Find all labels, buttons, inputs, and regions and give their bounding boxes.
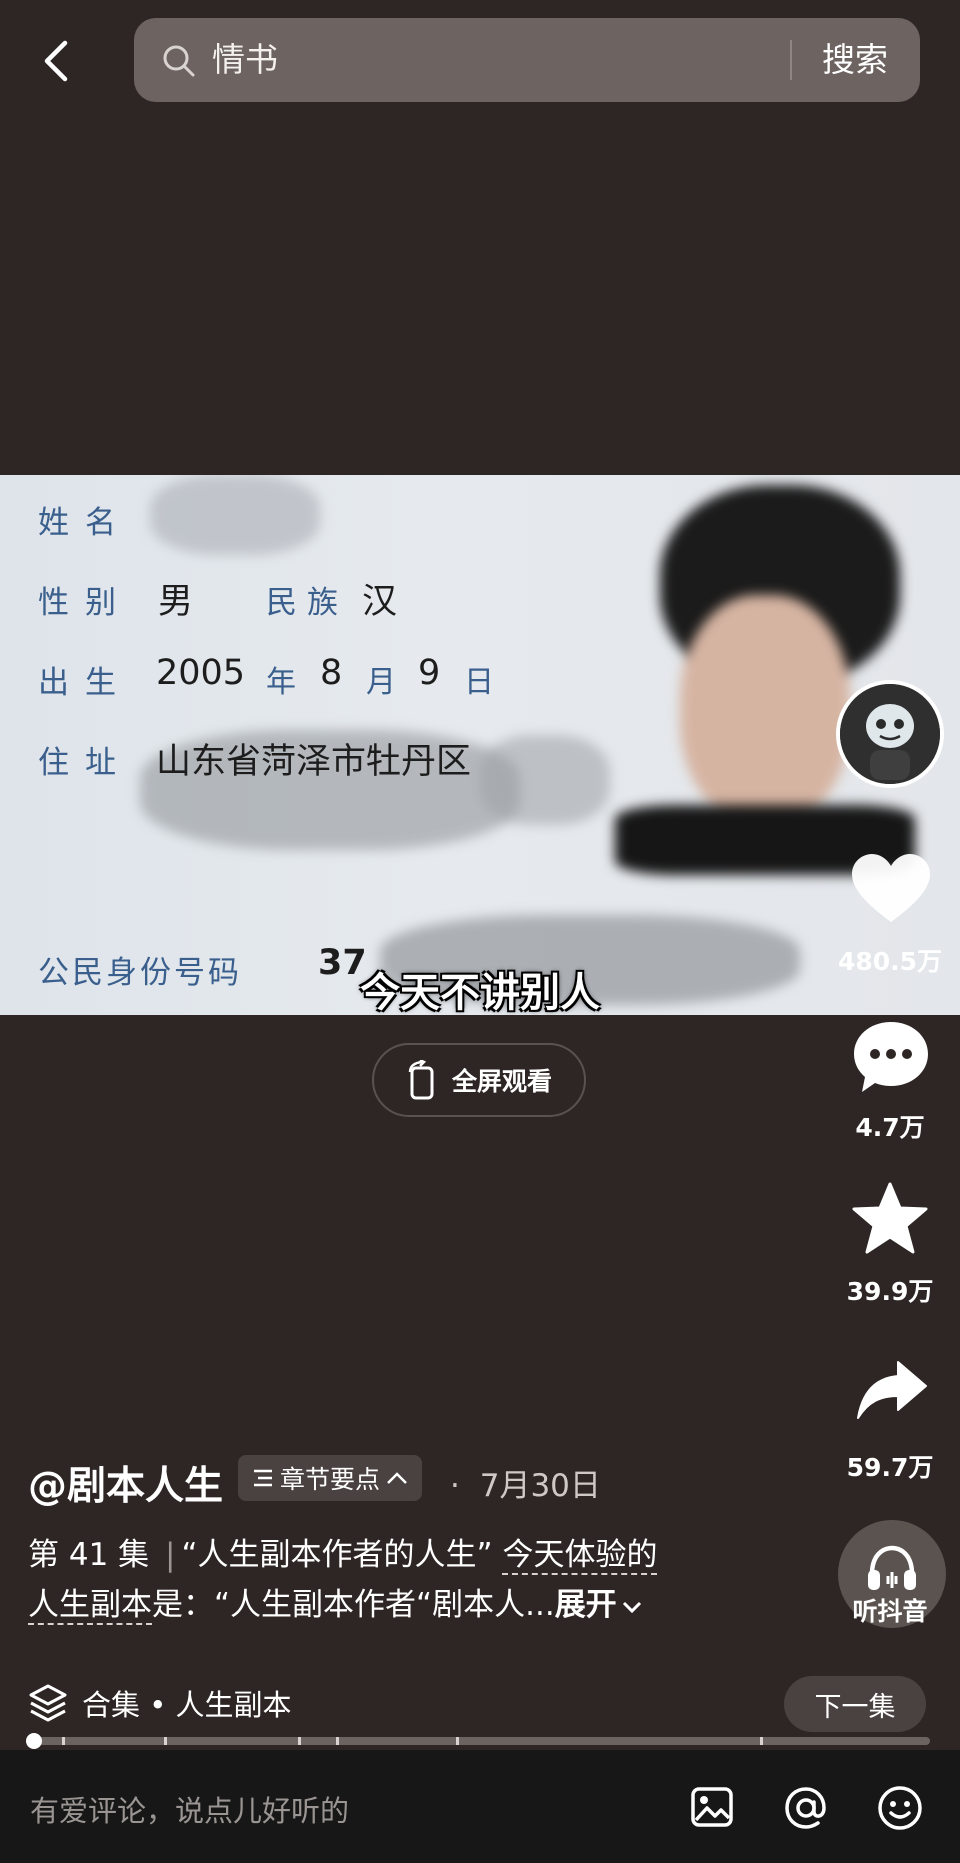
chevron-down-icon xyxy=(622,1601,641,1614)
video-subtitle: 今天不讲别人 xyxy=(360,970,600,1016)
comment-input[interactable]: 有爱评论，说点儿好听的 xyxy=(30,1788,349,1830)
search-divider xyxy=(790,40,792,80)
episode-label: 第 41 集 xyxy=(28,1537,150,1573)
avatar-icon xyxy=(840,684,940,784)
post-date: · 7月30日 xyxy=(450,1460,601,1505)
desc-separator: | xyxy=(165,1537,176,1573)
expand-button[interactable]: 展开 xyxy=(555,1587,643,1623)
chapter-tick xyxy=(298,1737,301,1745)
card-birth-day-unit: 日 xyxy=(464,665,494,700)
expand-label: 展开 xyxy=(554,1587,617,1623)
desc-text: 是：“人生副本作者“剧本人... xyxy=(152,1587,555,1623)
chapter-tick xyxy=(760,1737,763,1745)
chapter-tick xyxy=(456,1737,459,1745)
back-button[interactable] xyxy=(30,30,82,92)
share-count: 59.7万 xyxy=(846,1453,934,1482)
share-icon[interactable] xyxy=(856,1360,928,1420)
card-birth-month-unit: 月 xyxy=(366,665,396,700)
chapter-highlights-button[interactable]: 章节要点 xyxy=(238,1455,423,1501)
comment-bar: 有爱评论，说点儿好听的 xyxy=(0,1750,960,1863)
comment-count: 4.7万 xyxy=(855,1113,925,1142)
desc-quote: “人生副本作者的人生” xyxy=(181,1537,493,1573)
like-count: 480.5万 xyxy=(837,947,943,976)
image-icon[interactable] xyxy=(690,1786,734,1828)
chevron-up-icon xyxy=(387,1472,407,1484)
headphones-icon xyxy=(868,1545,916,1590)
date-separator: · xyxy=(450,1468,460,1504)
search-button[interactable]: 搜索 xyxy=(822,38,888,82)
listen-label: 听抖音 xyxy=(852,1597,928,1626)
blur-photo-face xyxy=(680,595,850,825)
emoji-icon[interactable] xyxy=(876,1784,924,1832)
collection-label: 合集 • 人生副本 xyxy=(82,1688,292,1722)
card-label-ethnicity: 民族 xyxy=(266,585,348,621)
card-birth-year: 2005 xyxy=(156,653,246,693)
search-box[interactable]: 情书 搜索 xyxy=(134,18,920,102)
next-episode-button[interactable]: 下一集 xyxy=(784,1676,926,1732)
desc-topic-link-2[interactable]: 人生副本 xyxy=(28,1587,152,1625)
card-birth-year-unit: 年 xyxy=(266,665,296,700)
card-ethnicity: 汉 xyxy=(362,582,398,622)
search-input[interactable]: 情书 xyxy=(212,38,278,82)
video-player[interactable]: 姓名 性别 男 民族 汉 出生 2005 年 8 月 9 日 住址 山东省菏泽市… xyxy=(0,475,960,1015)
card-gender: 男 xyxy=(158,582,194,622)
chapter-tick xyxy=(62,1737,65,1745)
at-icon[interactable] xyxy=(782,1784,830,1832)
card-label-name: 姓名 xyxy=(38,505,132,541)
progress-thumb[interactable] xyxy=(26,1733,42,1749)
chevron-left-icon xyxy=(44,40,68,82)
card-birth-day: 9 xyxy=(418,653,441,693)
blur-name xyxy=(150,475,320,555)
chapter-tick xyxy=(336,1737,339,1745)
chapter-tick xyxy=(164,1737,167,1745)
card-label-address: 住址 xyxy=(38,745,132,781)
blur-address-2 xyxy=(480,735,610,825)
rotate-screen-icon xyxy=(408,1060,434,1100)
video-description[interactable]: 第 41 集 | “人生副本作者的人生” 今天体验的 人生副本是：“人生副本作者“… xyxy=(28,1530,738,1630)
card-birth-month: 8 xyxy=(320,653,343,693)
card-address: 山东省菏泽市牡丹区 xyxy=(156,742,472,782)
comment-icon[interactable] xyxy=(852,1020,930,1094)
search-icon xyxy=(163,45,195,77)
date-text: 7月30日 xyxy=(479,1468,601,1504)
collection-bar[interactable]: 合集 • 人生副本 xyxy=(28,1682,292,1724)
chapter-chip-label: 章节要点 xyxy=(280,1465,381,1494)
fullscreen-button[interactable]: 全屏观看 xyxy=(372,1043,586,1117)
star-icon[interactable] xyxy=(852,1182,928,1254)
desc-topic-link[interactable]: 今天体验的 xyxy=(502,1537,658,1575)
author-name[interactable]: @剧本人生 xyxy=(28,1455,223,1511)
list-icon xyxy=(254,1469,272,1487)
progress-bar[interactable] xyxy=(32,1737,930,1745)
heart-icon[interactable] xyxy=(852,854,930,924)
author-avatar[interactable] xyxy=(836,680,944,788)
card-label-gender: 性别 xyxy=(38,585,132,621)
card-label-birth: 出生 xyxy=(38,665,132,701)
layers-icon xyxy=(29,1684,67,1722)
favorite-count: 39.9万 xyxy=(846,1277,934,1306)
fullscreen-label: 全屏观看 xyxy=(451,1067,552,1096)
